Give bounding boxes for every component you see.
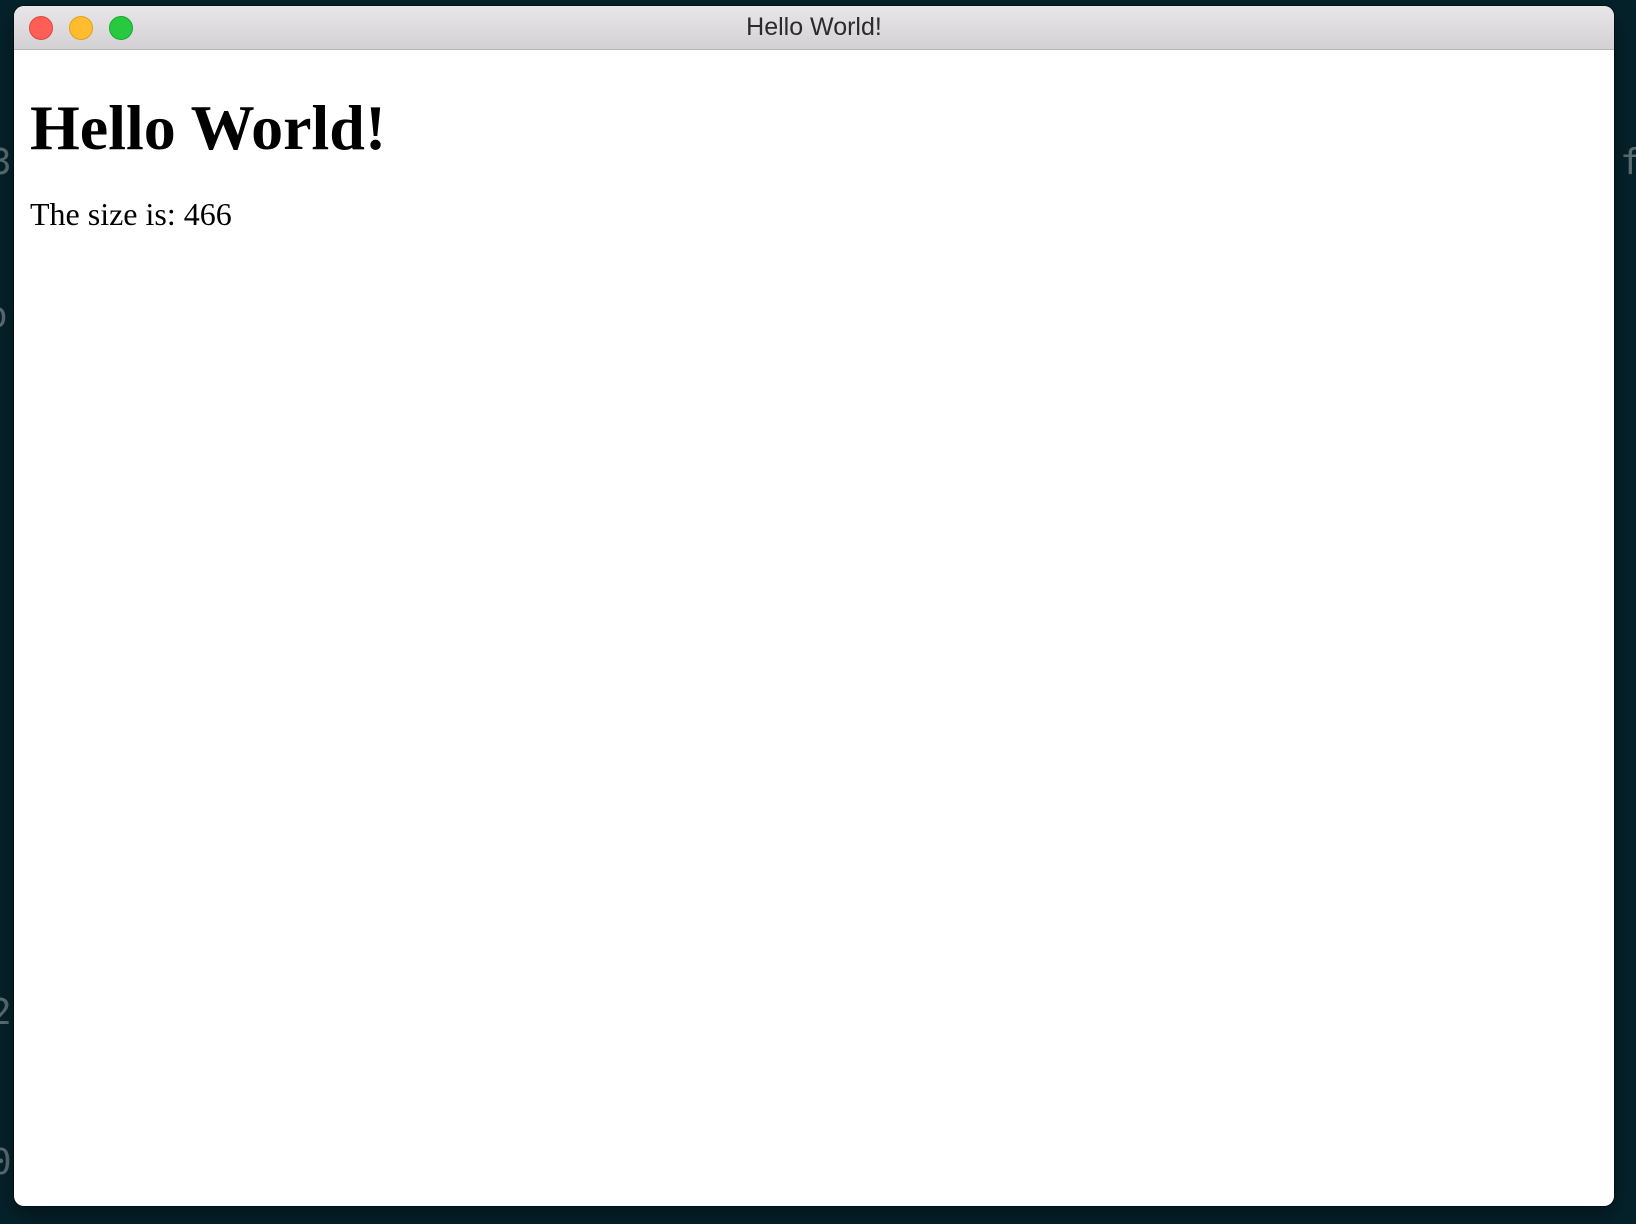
size-text: The size is: 466	[30, 196, 232, 232]
window-titlebar[interactable]: Hello World!	[14, 6, 1614, 50]
app-window: Hello World! Hello World! The size is: 4…	[14, 6, 1614, 1206]
background-glyph: o	[0, 298, 8, 334]
window-title: Hello World!	[746, 13, 882, 41]
page-content: Hello World! The size is: 466	[14, 88, 1614, 234]
desktop-background: 3 o 2 0 f Hello World! Hello World! The …	[0, 0, 1636, 1224]
page-heading: Hello World!	[30, 92, 387, 163]
background-glyph: 3	[0, 142, 12, 183]
background-glyph: 2	[0, 992, 12, 1033]
background-glyph: 0	[0, 1142, 12, 1183]
background-glyph: f	[1620, 142, 1636, 183]
